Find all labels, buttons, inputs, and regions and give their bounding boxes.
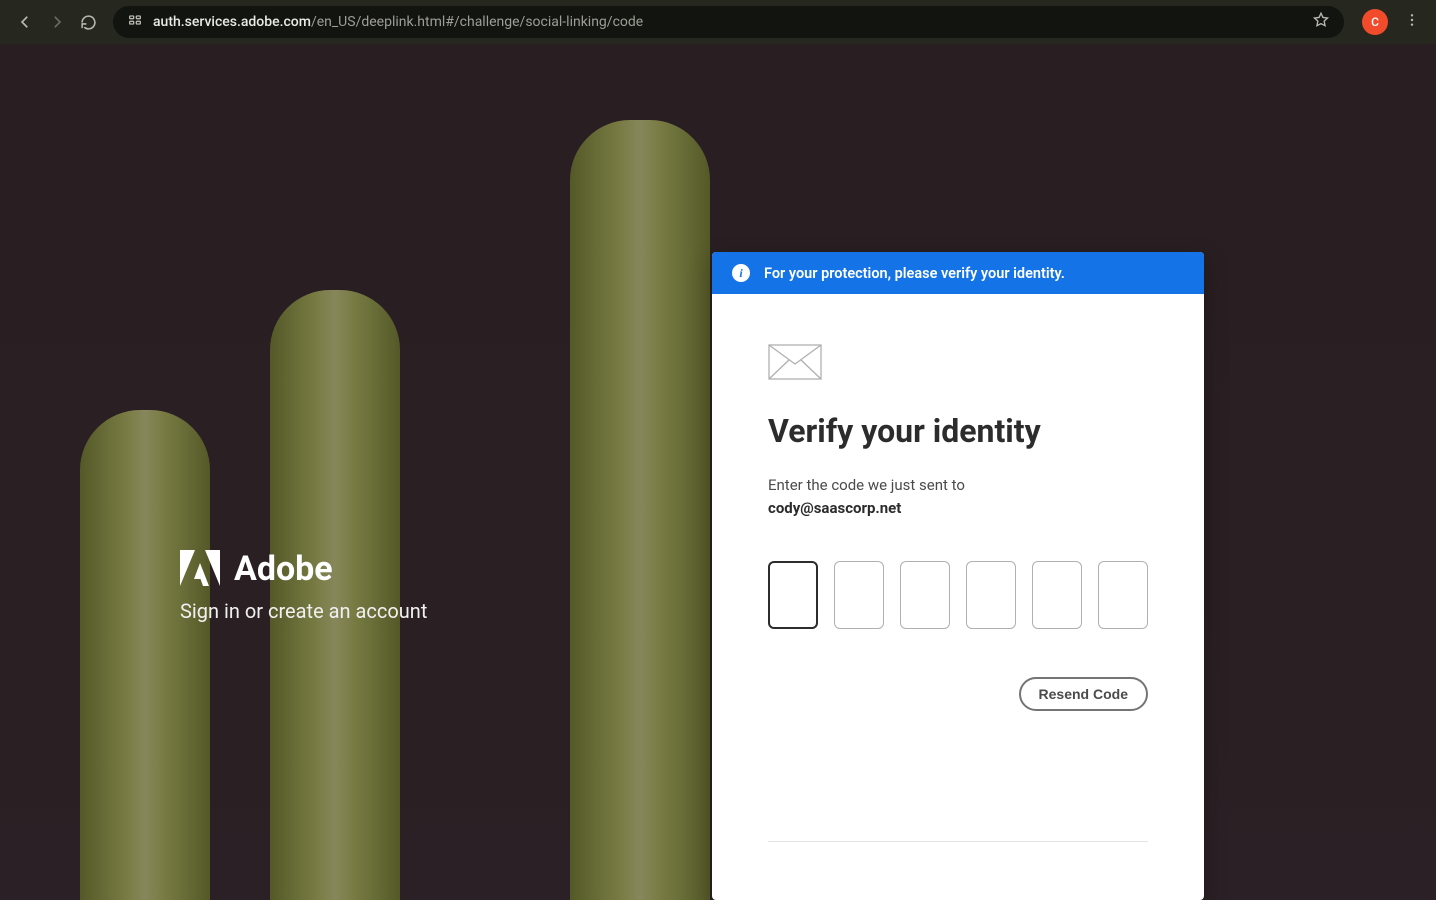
code-digit-2[interactable] xyxy=(834,561,884,629)
page-background: Adobe Sign in or create an account i For… xyxy=(0,44,1436,900)
url-domain: auth.services.adobe.com xyxy=(153,14,311,30)
brand-panel: Adobe Sign in or create an account xyxy=(180,549,427,623)
forward-button[interactable] xyxy=(48,13,66,31)
background-cactus xyxy=(80,410,210,900)
brand-subtitle: Sign in or create an account xyxy=(180,599,427,623)
url-text: auth.services.adobe.com/en_US/deeplink.h… xyxy=(153,14,643,30)
code-digit-1[interactable] xyxy=(768,561,818,629)
profile-avatar[interactable]: C xyxy=(1362,9,1388,35)
browser-menu-icon[interactable] xyxy=(1398,12,1426,32)
envelope-icon xyxy=(768,344,822,380)
address-bar[interactable]: auth.services.adobe.com/en_US/deeplink.h… xyxy=(113,6,1344,38)
browser-toolbar: auth.services.adobe.com/en_US/deeplink.h… xyxy=(0,0,1436,44)
back-button[interactable] xyxy=(16,13,34,31)
email-address: cody@saascorp.net xyxy=(768,499,901,517)
verify-card: i For your protection, please verify you… xyxy=(712,252,1204,900)
banner-message: For your protection, please verify your … xyxy=(764,265,1065,282)
reload-button[interactable] xyxy=(80,14,97,31)
code-digit-6[interactable] xyxy=(1098,561,1148,629)
nav-buttons xyxy=(10,13,103,31)
code-digit-3[interactable] xyxy=(900,561,950,629)
bookmark-star-icon[interactable] xyxy=(1312,11,1330,33)
card-instruction: Enter the code we just sent to cody@saas… xyxy=(768,474,1148,519)
info-banner: i For your protection, please verify you… xyxy=(712,252,1204,294)
background-cactus xyxy=(570,120,710,900)
resend-code-button[interactable]: Resend Code xyxy=(1019,677,1148,711)
profile-initial: C xyxy=(1371,15,1379,29)
site-settings-icon[interactable] xyxy=(127,12,143,32)
instruction-text: Enter the code we just sent to xyxy=(768,476,965,494)
card-title: Verify your identity xyxy=(768,412,1148,450)
card-divider xyxy=(768,841,1148,842)
url-path: /en_US/deeplink.html#/challenge/social-l… xyxy=(311,14,643,30)
adobe-logo-icon xyxy=(180,550,220,588)
info-icon: i xyxy=(732,264,750,282)
brand-name: Adobe xyxy=(234,549,333,589)
code-input-row xyxy=(768,561,1148,629)
code-digit-5[interactable] xyxy=(1032,561,1082,629)
code-digit-4[interactable] xyxy=(966,561,1016,629)
